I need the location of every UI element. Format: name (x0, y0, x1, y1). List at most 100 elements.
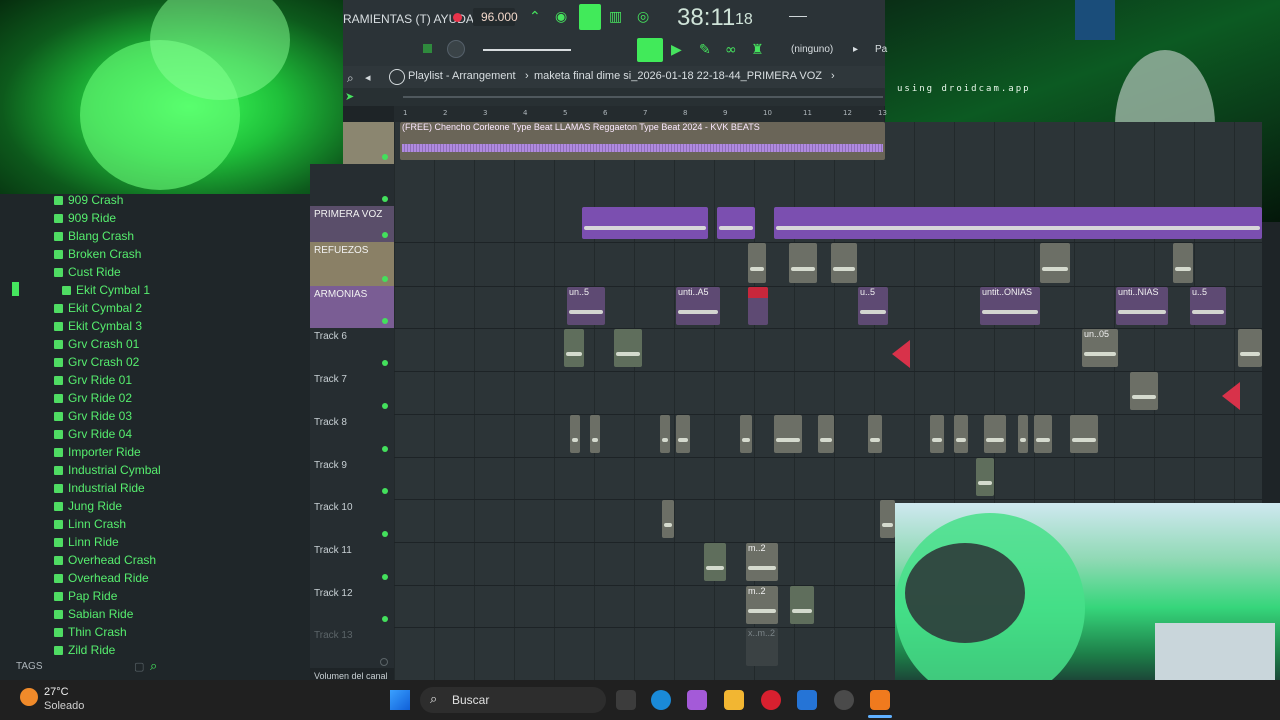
audio-clip[interactable] (1238, 329, 1262, 367)
audio-clip[interactable] (1034, 415, 1052, 453)
track-header-13[interactable]: Track 13 (310, 627, 394, 668)
audio-clip[interactable] (868, 415, 882, 453)
taskbar-search-box[interactable]: ⌕ Buscar (420, 687, 606, 713)
store-icon[interactable] (797, 690, 817, 710)
audio-clip[interactable] (774, 415, 802, 453)
timeline-ruler[interactable]: 1 2 3 4 5 6 7 8 9 10 11 12 13 (394, 106, 887, 122)
audio-clip[interactable] (676, 415, 690, 453)
track-header-10[interactable]: Track 10 (310, 499, 394, 542)
audio-clip[interactable] (614, 329, 642, 367)
copilot-icon[interactable] (687, 690, 707, 710)
file-explorer-icon[interactable] (724, 690, 744, 710)
opera-icon[interactable] (761, 690, 781, 710)
browser-item[interactable]: Grv Crash 02 (54, 353, 139, 371)
pattern-next-arrow[interactable]: ▸ (853, 44, 858, 55)
browser-item[interactable]: Broken Crash (54, 245, 141, 263)
audio-clip[interactable] (704, 543, 726, 581)
audio-track-header[interactable] (343, 122, 394, 164)
audio-clip[interactable]: u..5 (858, 287, 888, 325)
browser-item[interactable]: Grv Ride 01 (54, 371, 132, 389)
audio-clip[interactable] (748, 243, 766, 283)
audio-clip[interactable] (954, 415, 968, 453)
countdown-button[interactable] (579, 4, 601, 30)
browser-item-selected[interactable]: Ekit Cymbal 1 (62, 281, 150, 299)
browser-item[interactable]: Jung Ride (54, 497, 122, 515)
fl-studio-icon[interactable] (870, 690, 890, 710)
search-icon[interactable]: ⌕ (347, 71, 354, 85)
step-edit-icon[interactable]: ▥ (609, 10, 622, 24)
tempo-display[interactable]: 96.000 (473, 8, 518, 26)
pattern-selector[interactable]: (ninguno) (791, 44, 833, 55)
track-active-dot[interactable] (382, 488, 388, 494)
track-active-dot[interactable] (382, 154, 388, 160)
metronome-icon[interactable]: ⌃ (529, 10, 541, 24)
browser-item[interactable]: Linn Crash (54, 515, 126, 533)
audio-clip[interactable] (930, 415, 944, 453)
playback-icon[interactable] (389, 69, 405, 85)
track-header-9[interactable]: Track 9 (310, 457, 394, 499)
browser-item[interactable]: Cust Ride (54, 263, 121, 281)
audio-clip[interactable] (984, 415, 1006, 453)
record-button[interactable] (453, 13, 462, 22)
main-pitch-slider[interactable] (483, 49, 571, 51)
red-fade-marker[interactable] (892, 340, 910, 368)
audio-clip[interactable] (789, 243, 817, 283)
browser-item[interactable]: Ekit Cymbal 3 (54, 317, 142, 335)
empty-track-header[interactable] (310, 164, 394, 206)
plugin-icon[interactable]: ♜ (751, 43, 764, 57)
audio-clip-muted[interactable]: x..m..2 (746, 628, 778, 666)
weather-icon[interactable] (20, 688, 38, 706)
edge-browser-icon[interactable] (651, 690, 671, 710)
play-icon[interactable]: ▶ (671, 43, 682, 57)
track-active-dot[interactable] (382, 574, 388, 580)
track-header-11[interactable]: Track 11 (310, 542, 394, 585)
audio-clip[interactable]: untit..ONIAS (980, 287, 1040, 325)
audio-clip[interactable]: un..5 (567, 287, 605, 325)
browser-item[interactable]: Industrial Cymbal (54, 461, 161, 479)
track-header-7[interactable]: Track 7 (310, 371, 394, 414)
red-fade-marker[interactable] (1222, 382, 1240, 410)
overview-strip[interactable] (403, 96, 883, 98)
track-active-dot[interactable] (382, 446, 388, 452)
track-active-dot[interactable] (382, 403, 388, 409)
audio-clip[interactable] (660, 415, 670, 453)
speaker-icon[interactable]: ◂ (365, 71, 371, 85)
browser-item[interactable]: Blang Crash (54, 227, 134, 245)
weather-desc[interactable]: Soleado (44, 700, 84, 712)
browser-item[interactable]: Grv Ride 03 (54, 407, 132, 425)
audio-clip[interactable]: u..5 (1190, 287, 1226, 325)
arrow-icon[interactable]: ➤ (345, 90, 354, 104)
audio-clip[interactable] (590, 415, 600, 453)
obs-icon[interactable] (834, 690, 854, 710)
browser-item[interactable]: Ekit Cymbal 2 (54, 299, 142, 317)
browser-item[interactable]: Linn Ride (54, 533, 119, 551)
audio-clip[interactable] (1130, 372, 1158, 410)
track-header-primera-voz[interactable]: PRIMERA VOZ (310, 206, 394, 242)
weather-temp[interactable]: 27°C (44, 686, 69, 698)
track-active-dot[interactable] (382, 531, 388, 537)
track-active-dot[interactable] (382, 360, 388, 366)
task-view-icon[interactable] (616, 690, 636, 710)
browser-item[interactable]: 909 Ride (54, 209, 116, 227)
audio-clip[interactable]: m..2 (746, 543, 778, 581)
browser-item[interactable]: Sabian Ride (54, 605, 133, 623)
wait-input-icon[interactable]: ◉ (555, 10, 567, 24)
audio-clip[interactable] (818, 415, 834, 453)
windows-start-icon[interactable] (390, 690, 410, 710)
audio-clip[interactable]: unti..A5 (676, 287, 720, 325)
track-inactive-dot[interactable] (380, 658, 388, 666)
track-active-dot[interactable] (382, 196, 388, 202)
browser-item[interactable]: Industrial Ride (54, 479, 145, 497)
search-icon[interactable]: ⌕ (150, 659, 157, 674)
audio-clip[interactable] (662, 500, 674, 538)
track-header-12[interactable]: Track 12 (310, 585, 394, 627)
audio-clip[interactable]: m..2 (746, 586, 778, 624)
audio-clip[interactable] (790, 586, 814, 624)
browser-item[interactable]: Grv Ride 04 (54, 425, 132, 443)
pattern-label[interactable]: Pa (875, 44, 887, 55)
brush-icon[interactable]: ✎ (699, 43, 711, 57)
audio-clip[interactable] (570, 415, 580, 453)
audio-clip[interactable] (1173, 243, 1193, 283)
audio-clip[interactable] (774, 207, 1262, 239)
audio-clip[interactable] (1018, 415, 1028, 453)
